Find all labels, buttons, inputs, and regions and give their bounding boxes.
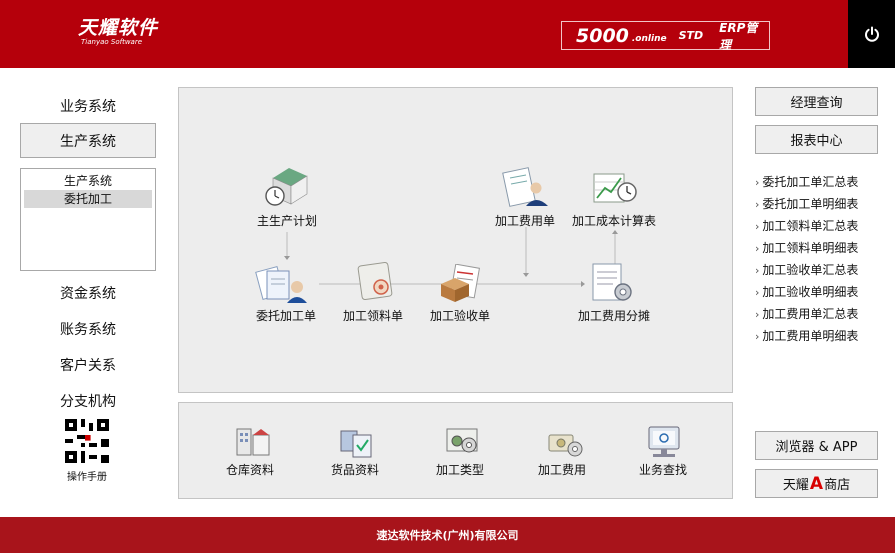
flow-material-requisition[interactable]: 加工领料单	[343, 307, 403, 324]
power-icon	[864, 26, 879, 42]
product-badge: 5000 .online STD ERP管理	[561, 20, 770, 52]
report-link[interactable]: › 加工验收单汇总表	[755, 261, 858, 278]
flow-acceptance-order[interactable]: 加工验收单	[430, 307, 490, 324]
chevron-right-icon: ›	[755, 264, 760, 277]
product-edition: STD	[678, 29, 704, 42]
nav-business-system[interactable]: 业务系统	[20, 96, 156, 116]
report-link[interactable]: › 委托加工单汇总表	[755, 173, 858, 190]
qr-code-icon[interactable]	[65, 419, 109, 463]
processing-fee-bill-icon[interactable]	[502, 166, 550, 210]
logo-english: Tianyao Software	[81, 38, 143, 46]
processing-fee[interactable]: 加工费用	[538, 461, 586, 478]
acceptance-order-icon[interactable]	[439, 264, 483, 304]
product-number: 5000	[576, 24, 629, 47]
processing-type[interactable]: 加工类型	[436, 461, 484, 478]
chevron-right-icon: ›	[755, 330, 760, 343]
chevron-right-icon: ›	[755, 308, 760, 321]
cost-calculation-icon[interactable]	[591, 168, 639, 208]
flow-main-production-plan[interactable]: 主生产计划	[257, 212, 317, 229]
submenu-item-outsourcing[interactable]: 委托加工	[24, 190, 152, 208]
flow-processing-fee-bill[interactable]: 加工费用单	[495, 212, 555, 229]
production-submenu: 生产系统 委托加工	[20, 168, 156, 271]
nav-production-system[interactable]: 生产系统	[20, 123, 156, 158]
business-search[interactable]: 业务查找	[639, 461, 687, 478]
report-link-label: 加工领料单明细表	[762, 241, 859, 255]
chevron-right-icon: ›	[755, 176, 760, 189]
report-link[interactable]: › 加工验收单明细表	[755, 283, 858, 300]
company-name: 速达软件技术(广州)有限公司	[376, 529, 519, 542]
chevron-right-icon: ›	[755, 220, 760, 233]
nav-branch-office[interactable]: 分支机构	[20, 391, 156, 411]
logo-chinese: 天耀软件	[78, 17, 159, 39]
tianyao-shop-button[interactable]: 天耀 A 商店	[755, 469, 878, 498]
report-link[interactable]: › 委托加工单明细表	[755, 195, 858, 212]
browser-app-button[interactable]: 浏览器 & APP	[755, 431, 878, 460]
report-link[interactable]: › 加工费用单明细表	[755, 327, 858, 344]
report-link-label: 委托加工单汇总表	[762, 175, 859, 189]
flow-outsource-order[interactable]: 委托加工单	[256, 307, 316, 324]
flow-cost-calculation[interactable]: 加工成本计算表	[572, 212, 656, 229]
shop-a-logo: A	[809, 473, 824, 494]
footer-bar: 速达软件技术(广州)有限公司	[0, 517, 895, 553]
report-link[interactable]: › 加工费用单汇总表	[755, 305, 858, 322]
production-plan-icon[interactable]	[263, 164, 313, 208]
report-link[interactable]: › 加工领料单汇总表	[755, 217, 858, 234]
submenu-item-production[interactable]: 生产系统	[24, 172, 152, 190]
shop-label-prefix: 天耀	[782, 478, 809, 493]
flow-fee-allocation[interactable]: 加工费用分摊	[578, 307, 650, 324]
flow-connectors	[284, 227, 618, 287]
nav-accounts-system[interactable]: 账务系统	[20, 319, 156, 339]
report-link-label: 加工领料单汇总表	[762, 219, 859, 233]
chevron-right-icon: ›	[755, 242, 760, 255]
report-center-button[interactable]: 报表中心	[755, 125, 878, 154]
manager-query-button[interactable]: 经理查询	[755, 87, 878, 116]
header-bar: 天耀软件 Tianyao Software 5000 .online STD E…	[0, 0, 848, 68]
power-button[interactable]	[848, 0, 895, 68]
nav-funds-system[interactable]: 资金系统	[20, 283, 156, 303]
warehouse-data-icon[interactable]	[233, 425, 273, 459]
report-link-label: 加工验收单汇总表	[762, 263, 859, 277]
workflow-panel: 主生产计划 委托加工单 加工领料单 加工验收单 加工费用单 加工成本计算表 加工…	[178, 87, 733, 393]
report-link-label: 加工验收单明细表	[762, 285, 859, 299]
chevron-right-icon: ›	[755, 286, 760, 299]
report-link[interactable]: › 加工领料单明细表	[755, 239, 858, 256]
goods-data-icon[interactable]	[337, 425, 377, 459]
basic-data-panel: 仓库资料 货品资料 加工类型 加工费用 业务查找	[178, 402, 733, 499]
processing-fee-icon[interactable]	[545, 425, 585, 459]
product-online: .online	[631, 33, 667, 44]
warehouse-data[interactable]: 仓库资料	[226, 461, 274, 478]
report-link-label: 加工费用单汇总表	[762, 307, 859, 321]
product-erp: ERP管理	[719, 20, 758, 52]
material-requisition-icon[interactable]	[357, 261, 397, 301]
business-search-icon[interactable]	[645, 425, 685, 459]
brand-logo: 天耀软件 Tianyao Software	[78, 18, 158, 46]
report-link-label: 委托加工单明细表	[762, 197, 859, 211]
chevron-right-icon: ›	[755, 198, 760, 211]
nav-customer-relations[interactable]: 客户关系	[20, 355, 156, 375]
processing-type-icon[interactable]	[443, 425, 483, 459]
outsource-order-icon[interactable]	[255, 265, 311, 305]
manual-label[interactable]: 操作手册	[40, 468, 134, 483]
report-link-label: 加工费用单明细表	[762, 329, 859, 343]
fee-allocation-icon[interactable]	[589, 262, 637, 306]
goods-data[interactable]: 货品资料	[331, 461, 379, 478]
shop-label-suffix: 商店	[824, 478, 851, 493]
